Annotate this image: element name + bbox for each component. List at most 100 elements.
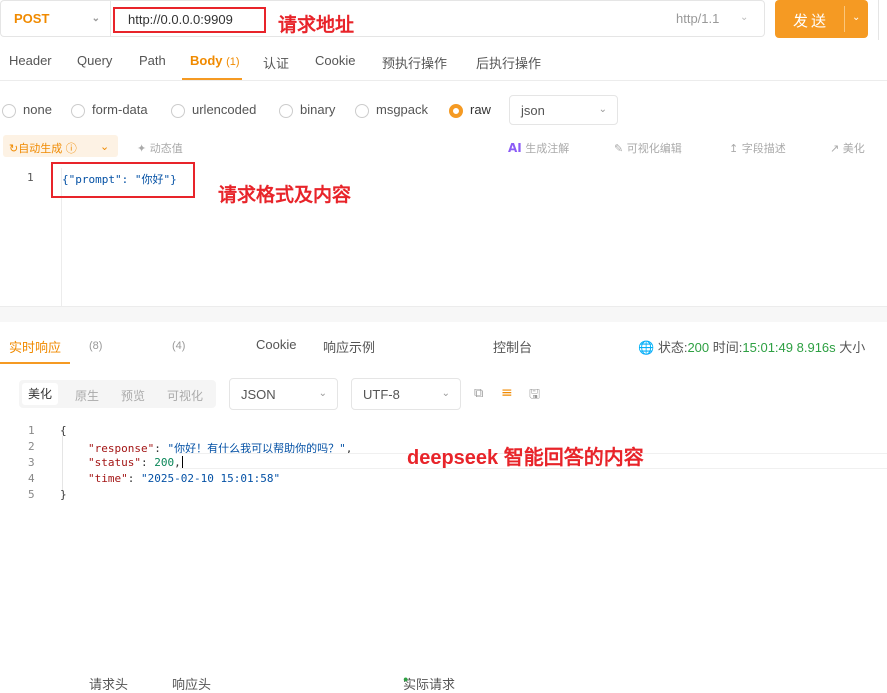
radio-binary[interactable] (279, 104, 293, 118)
visual-edit-label: 可视化编辑 (626, 142, 682, 155)
tab-path[interactable]: Path (139, 53, 166, 68)
line-number: 4 (28, 472, 35, 485)
tab-pre-request[interactable]: 预执行操作 (382, 53, 447, 72)
tab-cookie[interactable]: Cookie (315, 53, 355, 68)
body-format-select[interactable]: json ⌄ (509, 95, 618, 125)
chevron-down-icon[interactable]: ⌄ (852, 12, 860, 23)
tab-body-label: Body (190, 53, 223, 68)
panel-splitter[interactable] (0, 307, 887, 322)
send-label: 发送 (793, 12, 830, 30)
url-input[interactable]: http://0.0.0.0:9909 (113, 7, 266, 33)
tab-request-headers-count: (8) (89, 340, 103, 352)
auto-generate-label: 自动生成 (18, 142, 63, 155)
line-number: 1 (28, 424, 35, 437)
chevron-down-icon: ⌄ (91, 13, 100, 24)
scroll-edge (878, 0, 887, 40)
tab-post-request[interactable]: 后执行操作 (476, 53, 541, 72)
line-number: 1 (27, 171, 34, 184)
line-number: 5 (28, 488, 35, 501)
visual-edit-button[interactable]: ✎ 可视化编辑 (614, 140, 682, 156)
request-body-highlight (51, 162, 195, 198)
status-bar: 🌐 状态:200 时间:15:01:49 8.916s 大小 (638, 337, 865, 356)
method-select[interactable]: POST ⌄ (0, 0, 110, 37)
size-label: 大小 (839, 340, 866, 355)
view-mode-pretty[interactable]: 美化 (22, 383, 59, 405)
field-desc-button[interactable]: ↥ 字段描述 (729, 140, 786, 156)
format-icon[interactable]: ≡ (501, 385, 513, 401)
help-icon: ⓘ (65, 142, 77, 155)
tab-body[interactable]: Body (1) (190, 53, 240, 68)
status-dot-icon: ● (403, 674, 409, 684)
divider (844, 6, 845, 32)
tab-query[interactable]: Query (77, 53, 112, 68)
wand-icon: ↗ (830, 142, 840, 155)
tab-body-count: (1) (226, 56, 240, 68)
field-desc-label: 字段描述 (741, 142, 786, 155)
indent-guide (62, 436, 63, 490)
tab-request-headers-label: 请求头 (89, 677, 129, 692)
radio-msgpack[interactable] (355, 104, 369, 118)
send-button[interactable]: 发送 ⌄ (775, 0, 868, 38)
duration-value: 8.916s (796, 340, 836, 355)
view-mode-preview[interactable]: 预览 (121, 387, 145, 404)
tab-console[interactable]: 控制台 (493, 337, 532, 356)
beautify-button[interactable]: ↗ 美化 (830, 140, 865, 156)
chevron-down-icon: ⌄ (598, 104, 607, 115)
chevron-down-icon[interactable]: ⌄ (100, 140, 109, 153)
json-key: "time" (88, 472, 128, 485)
body-format-value: json (521, 103, 545, 118)
url-annotation: 请求地址 (278, 14, 355, 36)
generate-comments-button[interactable]: AI 生成注解 (508, 140, 569, 156)
json-key: "status" (88, 456, 141, 469)
chevron-down-icon: ⌄ (740, 12, 749, 23)
copy-icon[interactable]: ⧉ (474, 386, 483, 401)
edit-icon: ✎ (614, 142, 624, 155)
tab-response-headers[interactable]: 响应头 (4) (172, 337, 211, 692)
encoding-select[interactable]: UTF-8 ⌄ (351, 378, 461, 410)
auto-generate-button[interactable]: ↻自动生成 ⓘ (9, 140, 77, 156)
code-text: { (60, 424, 67, 437)
globe-icon: 🌐 (638, 340, 655, 355)
dynamic-value-button[interactable]: ✦ 动态值 (137, 140, 183, 156)
line-number: 2 (28, 440, 35, 453)
radio-urlencoded[interactable] (171, 104, 185, 118)
line-number: 3 (28, 456, 35, 469)
radio-raw-label: raw (470, 102, 491, 117)
view-mode-raw[interactable]: 原生 (75, 387, 99, 404)
body-annotation: 请求格式及内容 (218, 184, 352, 206)
json-key: "response" (88, 442, 155, 455)
encoding-value: UTF-8 (363, 387, 400, 402)
tab-header[interactable]: Header (9, 53, 52, 68)
radio-none[interactable] (2, 104, 16, 118)
beautify-label: 美化 (842, 142, 865, 155)
tab-auth[interactable]: 认证 (263, 53, 289, 72)
radio-msgpack-label: msgpack (376, 102, 429, 117)
radio-raw[interactable] (449, 104, 463, 118)
tab-response-cookie[interactable]: Cookie (256, 337, 296, 352)
magic-wand-icon: ✦ (137, 142, 147, 155)
save-icon[interactable]: 🖫 (529, 385, 540, 407)
json-value: 200 (154, 456, 175, 469)
response-format-value: JSON (241, 387, 276, 402)
tab-live-response[interactable]: 实时响应 (9, 337, 61, 356)
radio-binary-label: binary (300, 102, 336, 117)
json-value: "2025-02-10 15:01:58" (141, 472, 281, 485)
protocol-select[interactable]: http/1.1 (676, 11, 719, 26)
upload-icon: ↥ (729, 142, 739, 155)
time-label: 时间: (712, 340, 743, 355)
tab-request-headers[interactable]: 请求头 (8) (89, 337, 128, 692)
radio-form-data[interactable] (71, 104, 85, 118)
time-value: 15:01:49 (742, 340, 793, 355)
chevron-down-icon: ⌄ (441, 388, 450, 399)
tab-response-example[interactable]: 响应示例 (323, 337, 375, 356)
generate-comments-label: 生成注解 (525, 142, 570, 155)
refresh-icon: ↻ (9, 142, 19, 155)
response-annotation: deepseek 智能回答的内容 (407, 447, 644, 469)
response-format-select[interactable]: JSON ⌄ (229, 378, 338, 410)
active-tab-indicator (0, 362, 70, 364)
radio-none-label: none (23, 102, 52, 117)
chevron-down-icon: ⌄ (318, 388, 327, 399)
radio-form-data-label: form-data (92, 102, 148, 117)
tab-actual-request-label: 实际请求 (403, 677, 456, 692)
view-mode-visual[interactable]: 可视化 (167, 387, 203, 404)
